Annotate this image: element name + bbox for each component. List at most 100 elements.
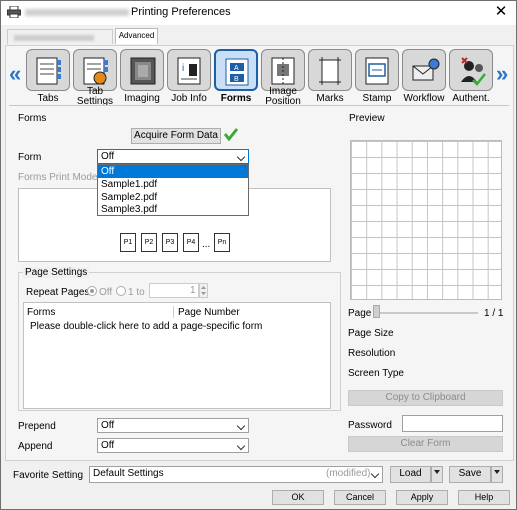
toolbar-tabs-button[interactable] (26, 49, 70, 91)
form-label: Form (18, 152, 42, 163)
form-select[interactable]: Off (97, 149, 249, 164)
printer-name-redacted (25, 9, 129, 16)
scroll-right-arrow-icon[interactable]: » (496, 61, 508, 87)
chevron-down-icon (370, 469, 380, 479)
svg-text:A: A (234, 65, 239, 72)
screen-type-label: Screen Type (348, 368, 404, 379)
column-forms-header: Forms (27, 307, 56, 318)
prepend-select[interactable]: Off (97, 418, 249, 433)
page-slider-thumb[interactable] (373, 305, 380, 318)
clear-form-button[interactable]: Clear Form (348, 436, 503, 452)
page-pn-icon: Pn (214, 233, 230, 252)
chevron-down-icon (236, 441, 246, 451)
toolbar-tab-settings-button[interactable] (73, 49, 117, 91)
append-select[interactable]: Off (97, 438, 249, 453)
preview-title: Preview (349, 113, 385, 124)
resolution-label: Resolution (348, 348, 396, 359)
form-select-value: Off (101, 151, 115, 162)
page-slider-track[interactable] (374, 312, 478, 314)
form-option-sample1[interactable]: Sample1.pdf (101, 179, 157, 190)
toolbar-image-position-button[interactable] (261, 49, 305, 91)
tabs-icon (36, 57, 61, 85)
close-icon: ✕ (494, 3, 508, 20)
repeat-range-input[interactable]: 1 (149, 283, 199, 298)
chevron-down-icon (494, 470, 500, 474)
forms-section-title: Forms (18, 113, 47, 124)
favorite-setting-label: Favorite Setting (13, 470, 84, 481)
toolbar-job-info-button[interactable]: i (167, 49, 211, 91)
marks-icon (319, 57, 341, 85)
toolbar-label-authent: Authent. (452, 93, 490, 104)
toolbar-forms-button[interactable]: AB (214, 49, 258, 91)
page-p3-icon: P3 (162, 233, 178, 252)
favorite-setting-select[interactable]: Default Settings (modified) (89, 466, 383, 483)
acquire-form-data-button[interactable]: Acquire Form Data (131, 128, 221, 144)
save-dropdown-button[interactable] (491, 466, 503, 483)
form-option-off[interactable]: Off (101, 166, 114, 177)
toolbar-imaging-button[interactable] (120, 49, 164, 91)
toolbar-separator (9, 105, 509, 106)
repeat-range-label: 1 to (128, 287, 145, 298)
repeat-off-radio[interactable] (87, 286, 97, 296)
page-size-label: Page Size (348, 328, 394, 339)
page-forms-table[interactable]: Forms Page Number Please double-click he… (23, 302, 331, 409)
repeat-pages-label: Repeat Pages (26, 287, 90, 298)
chevron-down-icon (236, 152, 246, 162)
column-page-number-header: Page Number (178, 307, 240, 318)
printer-icon (7, 6, 21, 18)
forms-print-mode-label: Forms Print Mode (18, 172, 98, 183)
form-option-sample2[interactable]: Sample2.pdf (101, 192, 157, 203)
prepend-label: Prepend (18, 421, 56, 432)
password-label: Password (348, 420, 392, 431)
page-p4-icon: P4 (183, 233, 199, 252)
form-option-sample3[interactable]: Sample3.pdf (101, 204, 157, 215)
add-page-form-hint[interactable]: Please double-click here to add a page-s… (30, 321, 262, 332)
toolbar-authentication-button[interactable] (449, 49, 493, 91)
save-button[interactable]: Save (449, 466, 491, 483)
chevron-down-icon (434, 470, 440, 474)
toolbar-workflow-button[interactable] (402, 49, 446, 91)
toolbar-marks-button[interactable] (308, 49, 352, 91)
range-spinner-icon[interactable] (199, 283, 208, 298)
form-select-dropdown: Off Sample1.pdf Sample2.pdf Sample3.pdf (97, 164, 249, 216)
preview-canvas (350, 140, 502, 300)
page-settings-title: Page Settings (23, 267, 90, 278)
load-dropdown-button[interactable] (431, 466, 443, 483)
preview-page-label: Page (348, 308, 372, 319)
repeat-range-radio[interactable] (116, 286, 126, 296)
apply-button[interactable]: Apply (396, 490, 448, 505)
cancel-button[interactable]: Cancel (334, 490, 386, 505)
tab-printer-settings[interactable] (7, 29, 113, 44)
ok-button[interactable]: OK (272, 490, 324, 505)
tab-advanced[interactable]: Advanced (115, 28, 158, 44)
favorite-modified-flag: (modified) (326, 468, 371, 479)
authentication-icon (461, 57, 486, 86)
workflow-icon (412, 58, 440, 81)
image-position-icon (271, 57, 295, 85)
tab-settings-icon (83, 57, 108, 85)
preview-page-count: 1 / 1 (484, 308, 504, 319)
page-p2-icon: P2 (141, 233, 157, 252)
title-bar: Printing Preferences ✕ (1, 1, 516, 25)
close-button[interactable]: ✕ (492, 3, 510, 21)
password-input[interactable] (402, 415, 503, 432)
chevron-down-icon (236, 421, 246, 431)
tab-strip: Advanced (1, 27, 516, 46)
append-label: Append (18, 441, 53, 452)
printing-preferences-window: Printing Preferences ✕ Advanced « » i AB… (0, 0, 517, 510)
load-button[interactable]: Load (390, 466, 431, 483)
page-p1-icon: P1 (120, 233, 136, 252)
checkmark-icon (223, 128, 239, 142)
job-info-icon: i (177, 57, 201, 85)
pages-ellipsis: ... (202, 239, 211, 250)
repeat-off-label: Off (99, 287, 113, 298)
scroll-left-arrow-icon[interactable]: « (9, 61, 21, 87)
help-button[interactable]: Help (458, 490, 510, 505)
forms-icon: AB (225, 58, 249, 86)
window-title: Printing Preferences (131, 6, 231, 18)
imaging-icon (130, 57, 156, 85)
copy-to-clipboard-button[interactable]: Copy to Clipboard (348, 390, 503, 406)
svg-text:i: i (182, 63, 184, 74)
toolbar-stamp-button[interactable] (355, 49, 399, 91)
svg-text:B: B (234, 76, 239, 83)
